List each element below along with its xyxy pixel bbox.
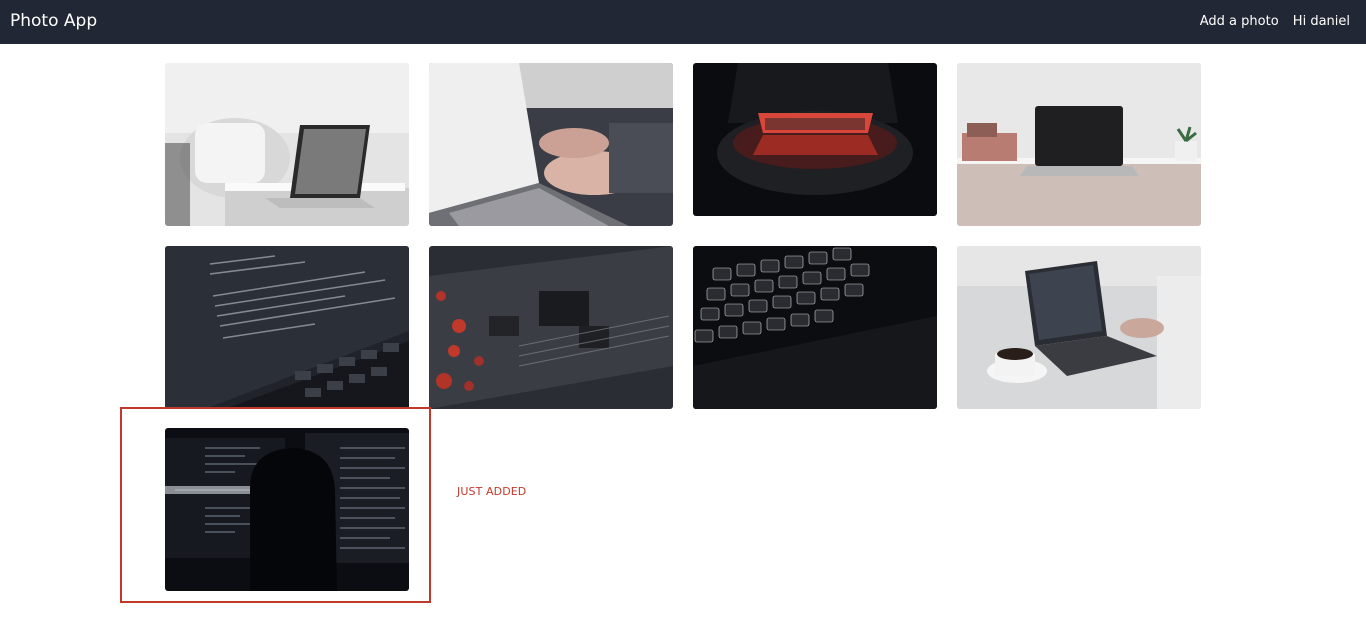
photo-thumbnail[interactable] [957,246,1201,409]
brand-link[interactable]: Photo App [10,11,97,31]
laptop-sofa-image [165,63,409,226]
add-photo-link[interactable]: Add a photo [1200,14,1279,29]
user-greeting-link[interactable]: Hi daniel [1293,14,1350,29]
navbar: Photo App Add a photo Hi daniel [0,0,1366,44]
photo-thumbnail[interactable] [957,63,1201,226]
photo-thumbnail[interactable] [429,246,673,409]
hands-typing-image [429,63,673,226]
laptop-desk-image [957,63,1201,226]
photo-thumbnail[interactable] [429,63,673,226]
photo-thumbnail[interactable] [693,63,937,216]
photo-thumbnail[interactable] [693,246,937,409]
nav-links: Add a photo Hi daniel [1190,14,1350,29]
red-laptop-image [693,63,937,216]
backlit-keyboard-image [693,246,937,409]
photo-thumbnail[interactable] [165,63,409,226]
circuit-board-image [429,246,673,409]
new-photo-highlight [120,407,431,603]
photo-thumbnail[interactable] [165,246,409,409]
just-added-label: JUST ADDED [457,485,527,498]
laptop-coffee-image [957,246,1201,409]
code-screen-image [165,246,409,409]
